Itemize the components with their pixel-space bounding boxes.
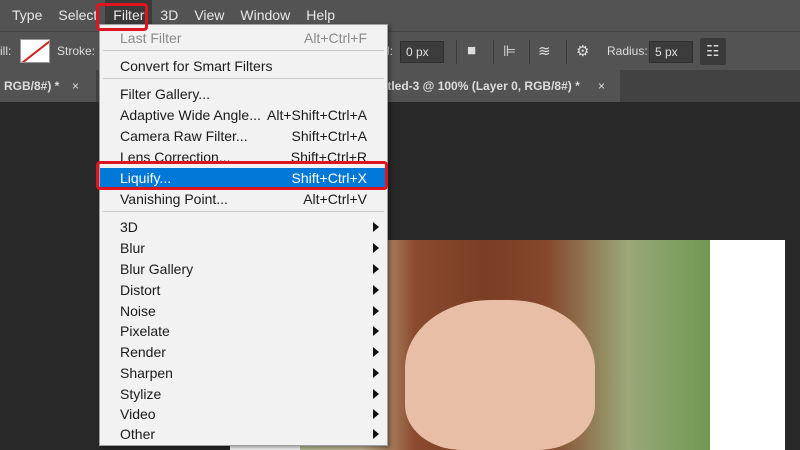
shortcut-label: Alt+Ctrl+F (303, 30, 367, 46)
menu-item-label: Other (120, 426, 156, 442)
menu-item-label: Vanishing Point... (120, 191, 228, 207)
menu-item-distort[interactable]: Distort (100, 280, 387, 301)
path-arrangement-icon[interactable]: ≋ (538, 42, 551, 60)
menu-item-filter-gallery[interactable]: Filter Gallery... (100, 84, 387, 105)
tab-document-2[interactable]: itled-3 @ 100% (Layer 0, RGB/8#) * × (380, 70, 620, 102)
menu-item-camera-raw-filter[interactable]: Camera Raw Filter... Shift+Ctrl+A (100, 126, 387, 147)
radius-input[interactable]: 5 px (649, 41, 693, 63)
tab-label: itled-3 @ 100% (Layer 0, RGB/8#) * (384, 79, 580, 93)
menu-separator (103, 50, 384, 51)
menu-separator (103, 78, 384, 79)
submenu-arrow-icon (373, 368, 379, 378)
menu-item-pixelate[interactable]: Pixelate (100, 321, 387, 342)
menu-item-blur[interactable]: Blur (100, 238, 387, 259)
submenu-arrow-icon (373, 389, 379, 399)
fill-swatch[interactable] (20, 39, 50, 63)
menu-item-label: 3D (120, 219, 138, 235)
menu-item-last-filter[interactable]: Last Filter Alt+Ctrl+F (100, 28, 387, 49)
annotation-liquify-highlight (96, 161, 388, 190)
menu-item-label: Camera Raw Filter... (120, 128, 248, 144)
menu-item-video[interactable]: Video (100, 404, 387, 425)
shortcut-label: Alt+Ctrl+V (303, 191, 367, 207)
menu-item-label: Filter Gallery... (120, 86, 210, 102)
menu-item-label: Video (120, 406, 156, 422)
submenu-arrow-icon (373, 306, 379, 316)
menu-item-sharpen[interactable]: Sharpen (100, 363, 387, 384)
divider (456, 40, 457, 64)
menu-item-label: Blur Gallery (120, 261, 194, 277)
annotation-filter-highlight (96, 3, 148, 31)
submenu-arrow-icon (373, 222, 379, 232)
submenu-arrow-icon (373, 285, 379, 295)
shortcut-label: Shift+Ctrl+A (291, 128, 367, 144)
filter-menu: Last Filter Alt+Ctrl+F Convert for Smart F… (99, 24, 388, 446)
menu-item-3d[interactable]: 3D (100, 217, 387, 238)
gear-icon[interactable]: ⚙ (576, 42, 589, 60)
submenu-arrow-icon (373, 409, 379, 419)
menu-item-adaptive-wide-angle[interactable]: Adaptive Wide Angle... Alt+Shift+Ctrl+A (100, 105, 387, 126)
menu-item-render[interactable]: Render (100, 342, 387, 363)
menu-item-convert-for-smart-filters[interactable]: Convert for Smart Filters (100, 56, 387, 77)
menu-item-stylize[interactable]: Stylize (100, 384, 387, 405)
menu-item-blur-gallery[interactable]: Blur Gallery (100, 259, 387, 280)
submenu-arrow-icon (373, 347, 379, 357)
divider (529, 40, 530, 64)
radius-label: Radius: (607, 44, 648, 58)
submenu-arrow-icon (373, 326, 379, 336)
close-icon[interactable]: × (72, 70, 79, 102)
menu-item-label: Stylize (120, 386, 162, 402)
menu-item-other[interactable]: Other (100, 424, 387, 445)
menu-item-label: Distort (120, 282, 161, 298)
shortcut-label: Alt+Shift+Ctrl+A (267, 107, 367, 123)
width-input[interactable]: 0 px (400, 41, 444, 63)
menu-item-label: Sharpen (120, 365, 173, 381)
align-edges-icon: ☷ (706, 43, 720, 60)
menu-separator (103, 211, 384, 212)
menu-item-label: Convert for Smart Filters (120, 58, 273, 74)
photo-face (405, 300, 595, 450)
divider (566, 40, 567, 64)
path-alignment-icon[interactable]: ⊫ (503, 42, 516, 60)
fill-label: ill: (0, 44, 12, 58)
stroke-label: Stroke: (57, 44, 96, 58)
path-operations-icon[interactable]: ■ (467, 42, 476, 59)
menu-item-label: Last Filter (120, 30, 182, 46)
close-icon[interactable]: × (598, 70, 605, 102)
menu-type[interactable]: Type (0, 0, 50, 31)
menu-item-noise[interactable]: Noise (100, 301, 387, 322)
tab-label: RGB/8#) * (4, 79, 60, 93)
menu-item-label: Render (120, 344, 166, 360)
menu-item-label: Adaptive Wide Angle... (120, 107, 261, 123)
menu-item-label: Blur (120, 240, 145, 256)
menu-item-label: Pixelate (120, 323, 170, 339)
align-edges-button[interactable]: ☷ (700, 38, 726, 65)
submenu-arrow-icon (373, 429, 379, 439)
menu-item-vanishing-point[interactable]: Vanishing Point... Alt+Ctrl+V (100, 189, 387, 210)
tab-document-1[interactable]: RGB/8#) * × (0, 70, 96, 102)
submenu-arrow-icon (373, 243, 379, 253)
menu-item-label: Noise (120, 303, 156, 319)
submenu-arrow-icon (373, 264, 379, 274)
divider (493, 40, 494, 64)
